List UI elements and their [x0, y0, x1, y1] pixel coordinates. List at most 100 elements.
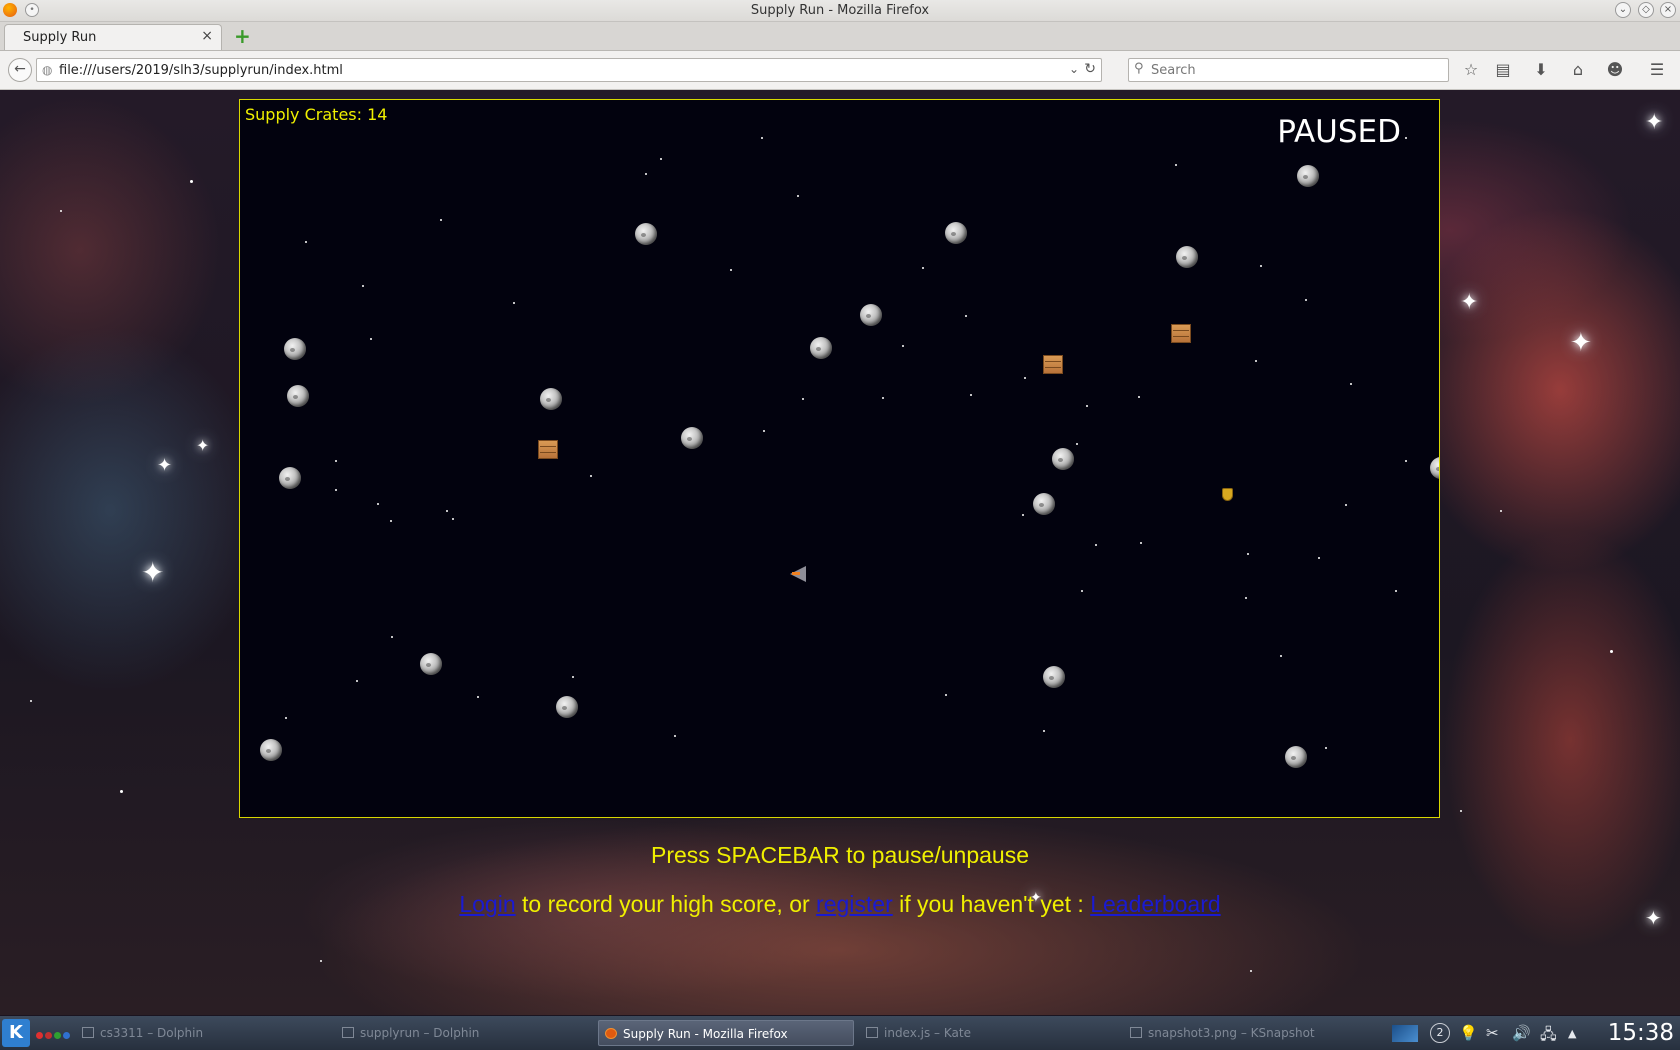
star	[590, 475, 592, 477]
background-star: ✦	[196, 436, 210, 455]
asteroid	[556, 696, 578, 718]
chevron-down-icon[interactable]: ⌄	[1069, 62, 1079, 76]
search-icon: ⚲	[1134, 61, 1144, 76]
minimize-icon[interactable]: ⌄	[1615, 2, 1631, 18]
task-label: snapshot3.png – KSnapshot	[1148, 1026, 1315, 1040]
task-dolphin-cs3311[interactable]: cs3311 – Dolphin	[82, 1020, 322, 1046]
star	[446, 510, 448, 512]
asteroid	[810, 337, 832, 359]
maximize-icon[interactable]: ◇	[1638, 2, 1654, 18]
star	[761, 137, 763, 139]
star	[674, 735, 676, 737]
background-star	[30, 700, 32, 702]
star	[477, 696, 479, 698]
star	[1245, 597, 1247, 599]
bookmark-star-icon[interactable]: ☆	[1460, 59, 1482, 81]
download-icon[interactable]: ⬇	[1530, 59, 1552, 81]
star	[285, 717, 287, 719]
reading-list-icon[interactable]: ▤	[1492, 59, 1514, 81]
asteroid	[945, 222, 967, 244]
tray-expand-icon[interactable]: ▲	[1568, 1027, 1576, 1040]
notification-count[interactable]: 2	[1430, 1023, 1450, 1043]
star	[1043, 730, 1045, 732]
volume-icon[interactable]: 🔊	[1512, 1024, 1531, 1042]
asteroid	[860, 304, 882, 326]
star	[335, 489, 337, 491]
task-ksnapshot[interactable]: snapshot3.png – KSnapshot	[1130, 1020, 1370, 1046]
green-dot-icon	[54, 1032, 61, 1039]
star	[1345, 504, 1347, 506]
star	[645, 173, 647, 175]
asteroid	[1033, 493, 1055, 515]
home-icon[interactable]: ⌂	[1567, 59, 1589, 81]
star	[362, 285, 364, 287]
star	[660, 158, 662, 160]
asteroid	[287, 385, 309, 407]
star	[356, 680, 358, 682]
tab-supply-run[interactable]: Supply Run ×	[4, 24, 222, 50]
leaderboard-link[interactable]: Leaderboard	[1090, 891, 1220, 917]
star	[1350, 383, 1352, 385]
supply-crate	[1171, 324, 1191, 343]
menu-icon[interactable]: ☰	[1646, 59, 1668, 81]
star	[1138, 396, 1140, 398]
register-link[interactable]: register	[816, 891, 893, 917]
search-bar[interactable]: ⚲	[1128, 58, 1449, 82]
background-star	[1500, 510, 1502, 512]
game-canvas[interactable]: Supply Crates: 14 PAUSED	[239, 99, 1440, 818]
back-icon[interactable]: ←	[8, 58, 32, 82]
star	[370, 338, 372, 340]
clipboard-icon[interactable]: ✂	[1486, 1024, 1499, 1042]
search-input[interactable]	[1151, 61, 1441, 79]
url-text[interactable]: file:///users/2019/slh3/supplyrun/index.…	[59, 63, 343, 78]
login-link[interactable]: Login	[459, 891, 515, 917]
star	[882, 397, 884, 399]
asteroid	[260, 739, 282, 761]
register-prompt-text: if you haven't yet :	[892, 891, 1091, 917]
account-links: Login to record your high score, or regi…	[0, 891, 1680, 918]
star	[513, 302, 515, 304]
background-star	[120, 790, 123, 793]
task-firefox[interactable]: Supply Run - Mozilla Firefox	[598, 1020, 854, 1046]
hello-icon[interactable]: ☻	[1604, 59, 1626, 81]
task-label: index.js – Kate	[884, 1026, 971, 1040]
close-icon[interactable]: ×	[1660, 2, 1676, 18]
star	[440, 219, 442, 221]
player-ship	[790, 566, 806, 582]
star	[970, 394, 972, 396]
url-bar[interactable]: ◍ file:///users/2019/slh3/supplyrun/inde…	[36, 58, 1102, 82]
task-label: cs3311 – Dolphin	[100, 1026, 204, 1040]
tab-close-icon[interactable]: ×	[201, 28, 213, 44]
page-content: ✦ ✦ ✦ ✦ ✦ ✦ ✦ ✦ Supply Crates: 14 PAUSED…	[0, 90, 1680, 1015]
desktop-pager-icon[interactable]	[1392, 1025, 1418, 1042]
ship-thruster	[792, 572, 800, 575]
star	[305, 241, 307, 243]
window-title: Supply Run - Mozilla Firefox	[750, 3, 930, 18]
star	[390, 520, 392, 522]
kde-launcher-icon[interactable]: K	[2, 1019, 30, 1047]
tab-label: Supply Run	[23, 30, 97, 45]
asteroid	[681, 427, 703, 449]
star	[1095, 544, 1097, 546]
lightbulb-icon[interactable]: 💡	[1459, 1024, 1478, 1042]
asteroid	[284, 338, 306, 360]
background-star: ✦	[1460, 290, 1479, 315]
star	[763, 430, 765, 432]
clock[interactable]: 15:38	[1608, 1020, 1674, 1046]
reload-icon[interactable]: ↻	[1084, 61, 1096, 77]
activity-switcher[interactable]	[36, 1028, 72, 1043]
asteroid	[1430, 457, 1439, 479]
star	[572, 676, 574, 678]
network-icon[interactable]: 🖧	[1540, 1024, 1557, 1049]
background-star	[320, 960, 322, 962]
star	[1247, 553, 1249, 555]
background-star: ✦	[157, 455, 173, 476]
instructions-text: Press SPACEBAR to pause/unpause	[650, 842, 1029, 868]
new-tab-button[interactable]: +	[234, 24, 251, 48]
paused-label: PAUSED	[1277, 114, 1401, 150]
task-kate[interactable]: index.js – Kate	[866, 1020, 1106, 1046]
asteroid	[1043, 666, 1065, 688]
star	[922, 267, 924, 269]
task-dolphin-supplyrun[interactable]: supplyrun – Dolphin	[342, 1020, 582, 1046]
star	[1405, 137, 1407, 139]
